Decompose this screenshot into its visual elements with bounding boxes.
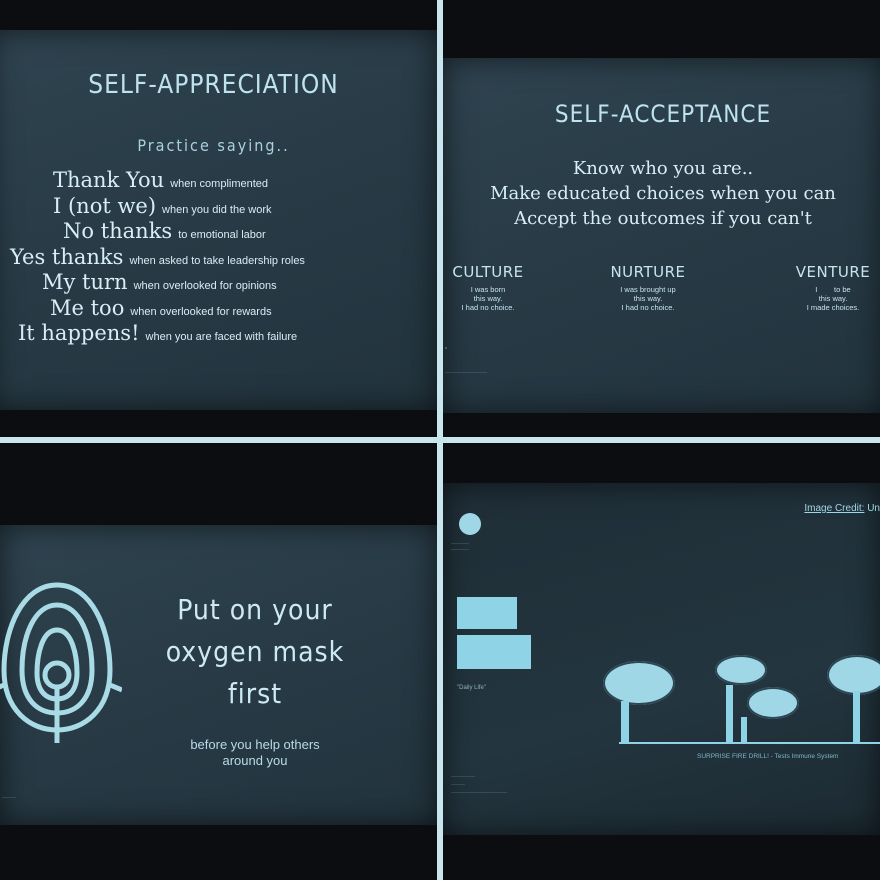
top-box	[457, 597, 517, 629]
phrase-context: to emotional labor	[178, 229, 266, 241]
column-text-line: this way.	[633, 294, 663, 303]
statement-line: Accept the outcomes if you can't	[514, 208, 812, 229]
logo-caption: ········· ·········	[451, 541, 469, 553]
bottom-box	[457, 635, 531, 669]
phrase-row: No thanks to emotional labor	[63, 219, 266, 243]
phrase-text: No thanks	[63, 219, 173, 243]
slide-title: SELF-ACCEPTANCE	[554, 100, 772, 128]
chimney-3	[741, 717, 747, 743]
phrase-row: Yes thanks when asked to take leadership …	[10, 245, 305, 269]
box-label: "Daily Life"	[457, 685, 486, 691]
phrase-row: Me too when overlooked for rewards	[50, 296, 272, 320]
slide-title: SELF-APPRECIATION	[88, 70, 339, 100]
slide-fire-drill: ········· ········· Image Credit: Un "Dai…	[443, 483, 880, 835]
column-text-line: I was born	[470, 285, 506, 294]
column-heading: VENTURE	[795, 263, 871, 281]
chimney-1	[621, 701, 629, 743]
column-text-line: I made choices.	[806, 303, 860, 312]
statement-line: Make educated choices when you can	[490, 183, 836, 204]
headline-line: oxygen mask	[165, 635, 345, 668]
cloud-3	[747, 687, 799, 719]
phrase-text: Yes thanks	[10, 244, 124, 269]
phrase-row: I (not we) when you did the work	[53, 194, 272, 218]
caption-line: around you	[222, 753, 288, 768]
headline-line: first	[227, 677, 283, 710]
phrase-text: I (not we)	[53, 193, 157, 218]
image-credit: Image Credit: Un	[804, 503, 880, 514]
logo	[459, 513, 481, 535]
column-text-line: this way.	[818, 294, 848, 303]
phrase-row: My turn when overlooked for opinions	[42, 270, 277, 294]
phrase-text: Me too	[50, 295, 125, 320]
slide-self-appreciation: SELF-APPRECIATION Practice saying.. Than…	[0, 30, 437, 410]
slide-oxygen-mask: Put on your oxygen mask first before you h…	[0, 525, 437, 825]
cloud-4	[827, 655, 880, 695]
phrase-text: My turn	[42, 270, 128, 294]
column-text-line: this way.	[473, 294, 503, 303]
column-nurture: NURTURE I was brought up this way. I had no…	[603, 263, 693, 312]
phrase-context: when complimented	[170, 178, 269, 190]
photo-panel-fire-drill: ········· ········· Image Credit: Un "Dai…	[443, 443, 880, 880]
slide-subtitle: Practice saying..	[137, 136, 290, 155]
column-heading: NURTURE	[610, 263, 686, 281]
column-text-line: I to be	[815, 285, 851, 294]
phrase-context: when you did the work	[162, 203, 272, 216]
divider-horizontal	[0, 437, 880, 443]
footer-notes: ············ ······· ·····················…	[451, 774, 507, 796]
phrase-text: Thank You	[53, 168, 165, 192]
column-culture: CULTURE I was born this way. I had no choic…	[443, 263, 533, 312]
statement-line: Know who you are..	[572, 158, 754, 179]
phrase-row: It happens! when you are faced with failu…	[18, 321, 297, 345]
image-credit-rest: Un	[867, 503, 880, 514]
slide-footnote-2: ·····················	[445, 370, 487, 376]
slide-footnote: ·······	[2, 795, 16, 801]
chimney-2	[726, 685, 733, 743]
caption-line: before you help others	[190, 737, 320, 752]
phrase-context: when overlooked for opinions	[133, 280, 277, 292]
photo-panel-oxygen-mask: Put on your oxygen mask first before you h…	[0, 443, 437, 880]
slide-self-acceptance: SELF-ACCEPTANCE Know who you are.. Make e…	[443, 58, 880, 413]
cloud-2	[715, 655, 767, 685]
slide-footnote: ”	[445, 348, 447, 354]
chimney-4	[853, 691, 860, 743]
phrase-context: when overlooked for rewards	[130, 305, 272, 318]
ground-line	[619, 742, 880, 744]
photo-panel-self-acceptance: SELF-ACCEPTANCE Know who you are.. Make e…	[443, 0, 880, 437]
phrase-row: Thank You when complimented	[53, 168, 268, 192]
footer-caption: SURPRISE FIRE DRILL! - Tests Immune Syst…	[697, 753, 839, 760]
photo-panel-self-appreciation: SELF-APPRECIATION Practice saying.. Than…	[0, 0, 437, 437]
cloud-1	[603, 661, 675, 705]
oxygen-mask-icon	[0, 582, 122, 743]
image-credit-link[interactable]: Image Credit:	[804, 503, 864, 514]
column-text-line: I had no choice.	[621, 303, 675, 312]
column-text-line: I was brought up	[620, 285, 676, 294]
column-text-line: I had no choice.	[461, 303, 515, 312]
phrase-text: It happens!	[18, 321, 140, 345]
column-venture: VENTURE I to be this way. I made choices.	[788, 263, 878, 312]
headline-line: Put on your	[177, 593, 333, 626]
phrase-context: when you are faced with failure	[145, 331, 298, 343]
column-heading: CULTURE	[452, 263, 524, 281]
phrase-context: when asked to take leadership roles	[129, 254, 305, 267]
